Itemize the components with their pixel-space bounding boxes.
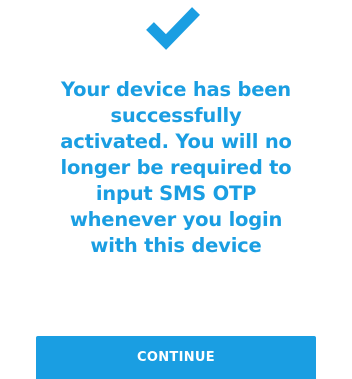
message-line: Your device has been: [61, 78, 291, 101]
continue-button[interactable]: CONTINUE: [36, 336, 316, 379]
checkmark-icon: [146, 7, 200, 50]
message-line: successfully: [110, 104, 242, 127]
message-line: longer be required to: [60, 156, 292, 179]
activation-success-screen: Your device has been successfully activa…: [0, 0, 352, 379]
message-line: input SMS OTP: [95, 182, 257, 205]
activation-message: Your device has been successfully activa…: [8, 77, 344, 259]
message-line: activated. You will no: [60, 130, 292, 153]
message-line: with this device: [90, 234, 262, 257]
message-line: whenever you login: [69, 208, 283, 231]
